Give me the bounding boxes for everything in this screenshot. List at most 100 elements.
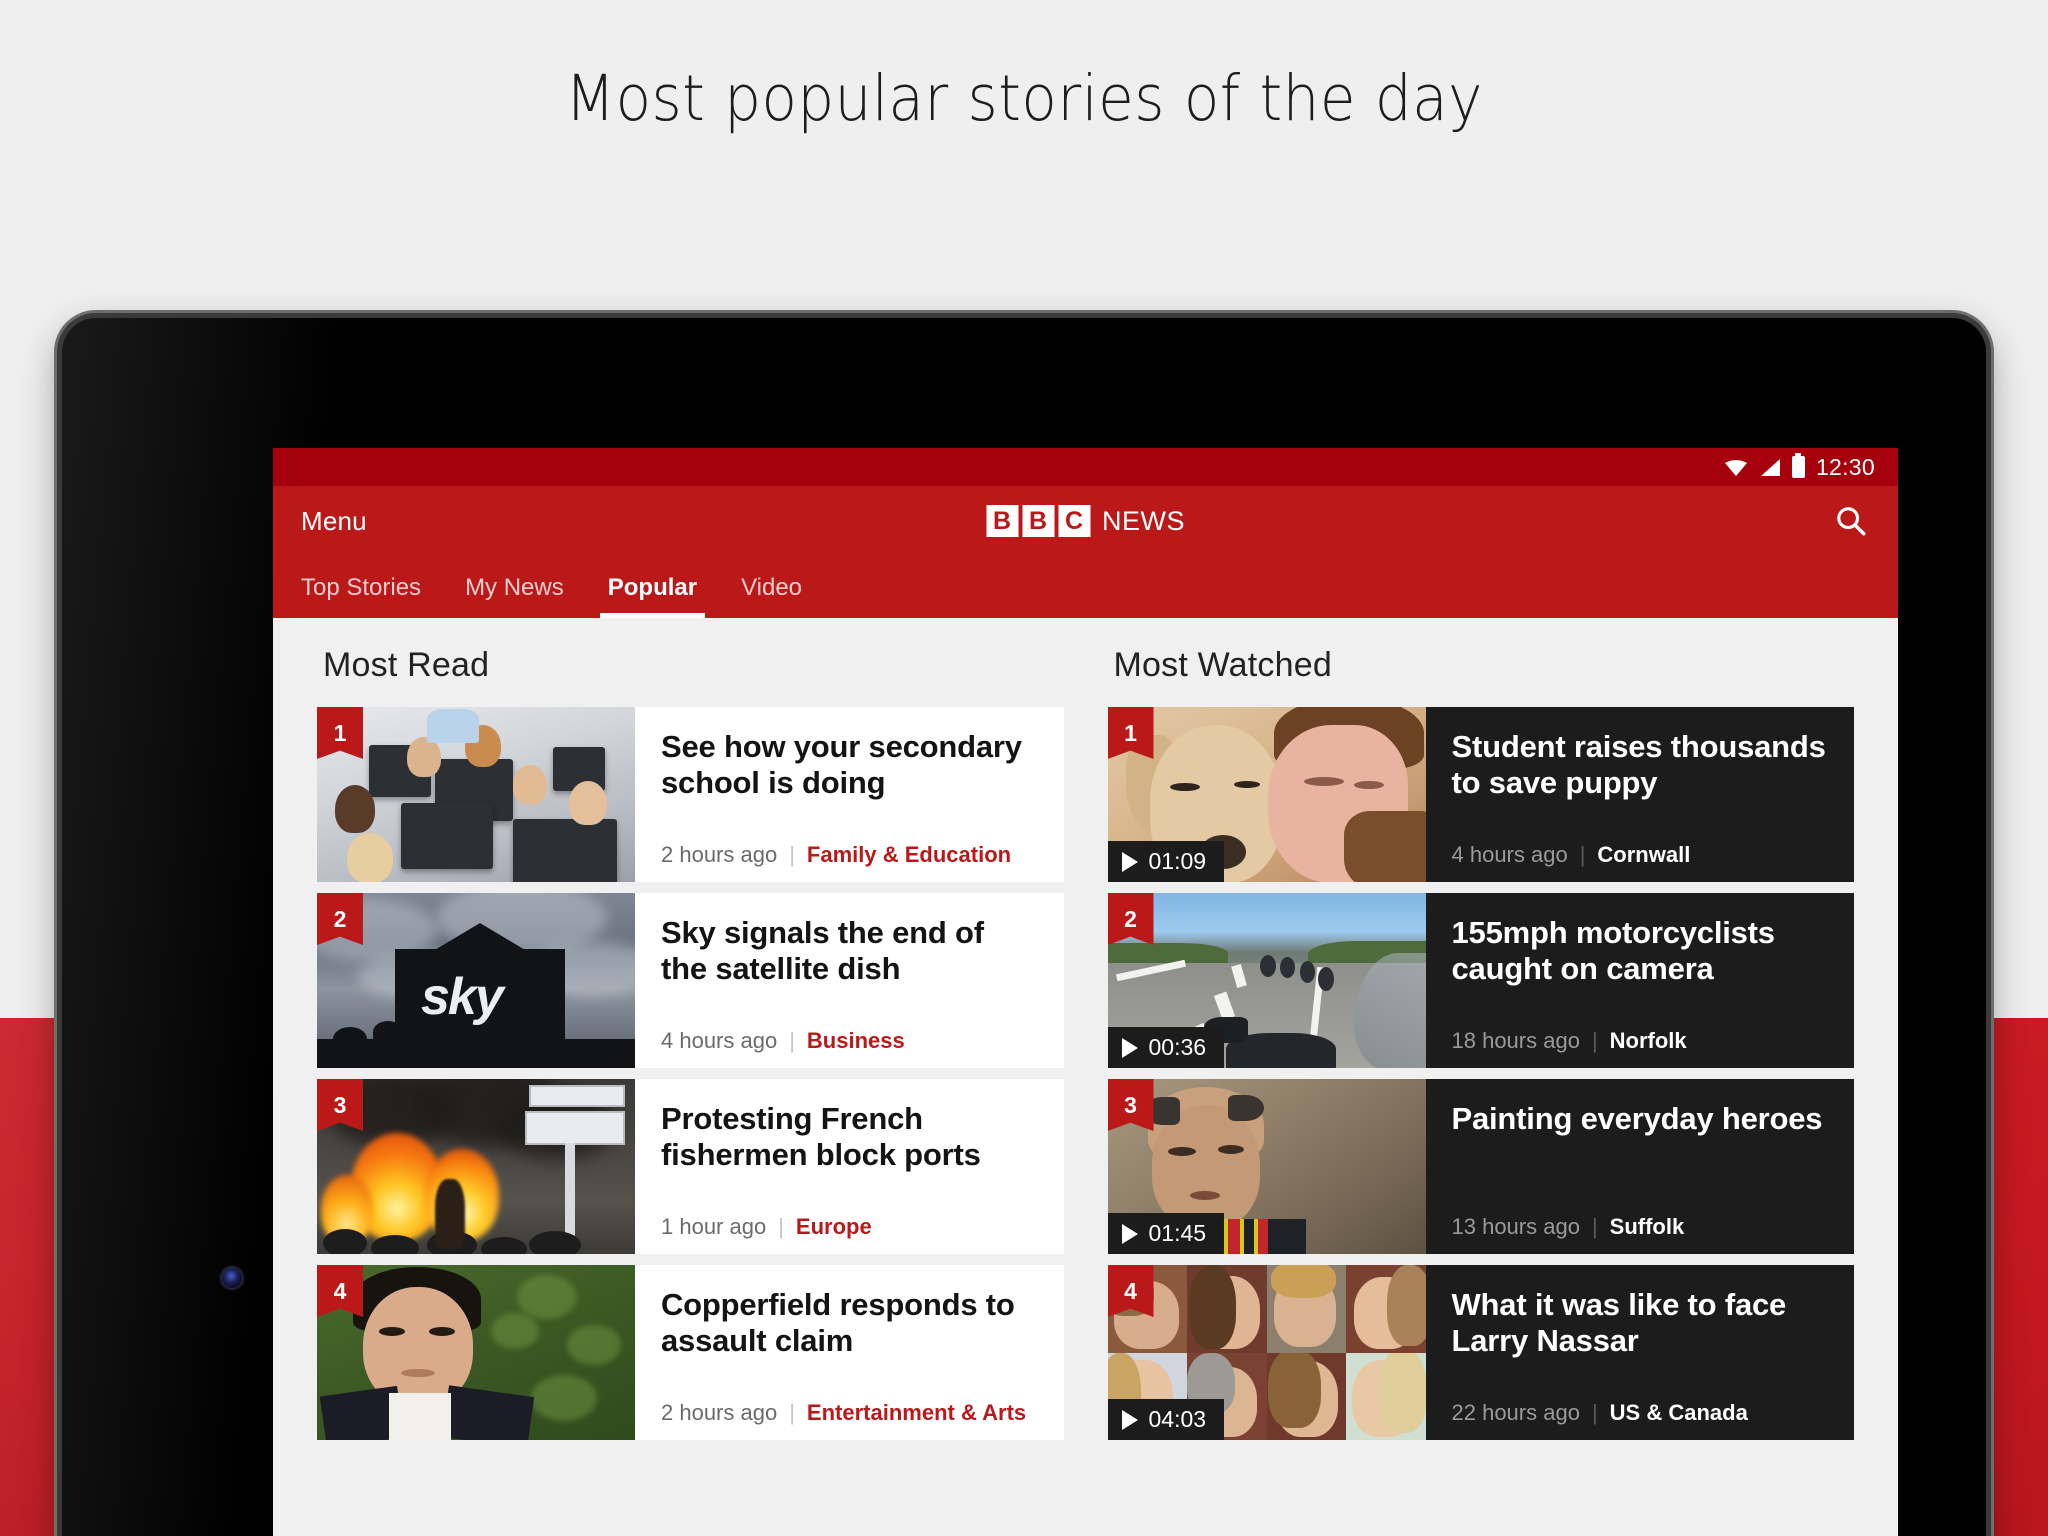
most-read-card-3[interactable]: 3 Protesting French fishermen block port… bbox=[317, 1079, 1064, 1254]
most-watched-card-3[interactable]: 3 01:45 Painting everyday heroes 13 hour… bbox=[1107, 1079, 1855, 1254]
logo-word-news: NEWS bbox=[1102, 505, 1185, 536]
meta-separator: | bbox=[789, 1028, 795, 1053]
most-watched-card-4[interactable]: 4 04:03 What it was like to face Larry N… bbox=[1107, 1265, 1855, 1440]
card-meta: 22 hours ago | US & Canada bbox=[1452, 1400, 1829, 1426]
timestamp: 1 hour ago bbox=[661, 1214, 767, 1239]
tab-popular[interactable]: Popular bbox=[586, 574, 719, 618]
classroom-photo bbox=[317, 707, 635, 882]
card-body: Copperfield responds to assault claim 2 … bbox=[635, 1265, 1064, 1440]
sky-building-photo: sky bbox=[317, 893, 635, 1068]
meta-separator: | bbox=[1591, 1028, 1598, 1053]
most-watched-card-1[interactable]: 1 01:09 Student raises thousands to save… bbox=[1107, 707, 1855, 882]
tablet-device-frame: 12:30 Menu B B C NEWS Top Stories My New… bbox=[62, 318, 1986, 1536]
card-meta: 4 hours ago | Cornwall bbox=[1452, 842, 1829, 868]
topic-label[interactable]: Norfolk bbox=[1610, 1028, 1687, 1054]
burning-tyres-photo bbox=[317, 1079, 635, 1254]
card-meta: 18 hours ago | Norfolk bbox=[1452, 1028, 1829, 1054]
thumbnail: 4 bbox=[317, 1265, 635, 1440]
meta-separator: | bbox=[789, 1400, 795, 1425]
play-icon bbox=[1121, 1409, 1138, 1430]
tab-top-stories[interactable]: Top Stories bbox=[301, 574, 443, 618]
timestamp: 2 hours ago bbox=[661, 1400, 778, 1425]
status-bar: 12:30 bbox=[273, 448, 1898, 486]
card-body: Sky signals the end of the satellite dis… bbox=[635, 893, 1064, 1068]
search-icon[interactable] bbox=[1834, 504, 1868, 538]
video-duration-badge: 01:09 bbox=[1107, 841, 1225, 882]
topic-label[interactable]: Suffolk bbox=[1610, 1214, 1685, 1240]
play-icon bbox=[1121, 851, 1138, 872]
device-screen: 12:30 Menu B B C NEWS Top Stories My New… bbox=[273, 448, 1898, 1536]
man-portrait-photo bbox=[317, 1265, 635, 1440]
meta-separator: | bbox=[1591, 1214, 1598, 1239]
headline: Painting everyday heroes bbox=[1451, 1101, 1823, 1136]
card-meta: 13 hours ago | Suffolk bbox=[1452, 1214, 1829, 1240]
video-thumbnail: 3 01:45 bbox=[1107, 1079, 1426, 1254]
duration-text: 01:45 bbox=[1148, 1220, 1207, 1246]
most-read-card-1[interactable]: 1 See how your secondary school is doing… bbox=[317, 707, 1064, 882]
meta-separator: | bbox=[1591, 1400, 1598, 1425]
signal-icon bbox=[1760, 458, 1780, 476]
card-body: Student raises thousands to save puppy 4… bbox=[1426, 707, 1855, 882]
battery-icon bbox=[1791, 453, 1805, 478]
topic-label[interactable]: Cornwall bbox=[1597, 842, 1690, 868]
topic-label[interactable]: Europe bbox=[796, 1214, 872, 1240]
logo-letter-b1: B bbox=[986, 505, 1018, 537]
play-icon bbox=[1121, 1223, 1138, 1244]
timestamp: 4 hours ago bbox=[661, 1028, 778, 1053]
meta-separator: | bbox=[789, 842, 795, 867]
app-bar: Menu B B C NEWS bbox=[273, 486, 1898, 556]
timestamp: 18 hours ago bbox=[1451, 1028, 1580, 1053]
menu-button[interactable]: Menu bbox=[301, 506, 367, 537]
headline: See how your secondary school is doing bbox=[661, 729, 1022, 801]
headline: What it was like to face Larry Nassar bbox=[1451, 1287, 1787, 1359]
logo-letter-b2: B bbox=[1022, 505, 1054, 537]
card-body: 155mph motorcyclists caught on camera 18… bbox=[1426, 893, 1855, 1068]
thumbnail: sky 2 bbox=[317, 893, 635, 1068]
most-watched-column: Most Watched 1 01:09 Student raises thou… bbox=[1086, 618, 1899, 1536]
page-title: Most popular stories of the day bbox=[565, 62, 1483, 135]
most-watched-title: Most Watched bbox=[1113, 646, 1332, 684]
timestamp: 2 hours ago bbox=[661, 842, 778, 867]
timestamp: 22 hours ago bbox=[1451, 1400, 1580, 1425]
card-body: See how your secondary school is doing 2… bbox=[635, 707, 1064, 882]
video-thumbnail: 1 01:09 bbox=[1107, 707, 1426, 882]
most-watched-card-2[interactable]: 2 00:36 155mph motorcyclists caught on c… bbox=[1107, 893, 1855, 1068]
card-meta: 1 hour ago | Europe bbox=[661, 1214, 1038, 1240]
headline: Copperfield responds to assault claim bbox=[661, 1287, 1015, 1359]
timestamp: 4 hours ago bbox=[1451, 842, 1568, 867]
content-area: Most Read 1 See how your secondary schoo… bbox=[273, 618, 1898, 1536]
card-meta: 4 hours ago | Business bbox=[661, 1028, 1038, 1054]
duration-text: 00:36 bbox=[1148, 1034, 1207, 1060]
card-body: What it was like to face Larry Nassar 22… bbox=[1426, 1265, 1855, 1440]
bbc-news-logo: B B C NEWS bbox=[986, 505, 1185, 537]
status-clock: 12:30 bbox=[1815, 453, 1875, 480]
tab-video[interactable]: Video bbox=[719, 574, 824, 618]
tab-bar: Top Stories My News Popular Video bbox=[273, 556, 1898, 618]
most-read-title: Most Read bbox=[323, 646, 490, 684]
wifi-icon bbox=[1724, 459, 1747, 476]
topic-label[interactable]: Family & Education bbox=[807, 842, 1011, 868]
tab-my-news[interactable]: My News bbox=[443, 574, 586, 618]
front-camera-icon bbox=[222, 1268, 242, 1288]
video-thumbnail: 4 04:03 bbox=[1107, 1265, 1426, 1440]
duration-text: 01:09 bbox=[1148, 848, 1207, 874]
meta-separator: | bbox=[1579, 842, 1586, 867]
most-read-card-4[interactable]: 4 Copperfield responds to assault claim … bbox=[317, 1265, 1064, 1440]
card-meta: 2 hours ago | Entertainment & Arts bbox=[661, 1400, 1038, 1426]
thumbnail: 1 bbox=[317, 707, 635, 882]
meta-separator: | bbox=[778, 1214, 784, 1239]
topic-label[interactable]: US & Canada bbox=[1610, 1400, 1748, 1426]
video-duration-badge: 01:45 bbox=[1107, 1213, 1225, 1254]
headline: Sky signals the end of the satellite dis… bbox=[661, 915, 984, 987]
video-duration-badge: 00:36 bbox=[1107, 1027, 1225, 1068]
video-duration-badge: 04:03 bbox=[1107, 1399, 1225, 1440]
thumbnail: 3 bbox=[317, 1079, 635, 1254]
card-body: Protesting French fishermen block ports … bbox=[635, 1079, 1064, 1254]
most-read-card-2[interactable]: sky 2 Sky signals the end of the satelli… bbox=[317, 893, 1064, 1068]
video-thumbnail: 2 00:36 bbox=[1107, 893, 1426, 1068]
topic-label[interactable]: Business bbox=[807, 1028, 905, 1054]
card-body: Painting everyday heroes 13 hours ago | … bbox=[1426, 1079, 1855, 1254]
headline: Student raises thousands to save puppy bbox=[1451, 729, 1826, 801]
topic-label[interactable]: Entertainment & Arts bbox=[807, 1400, 1026, 1426]
headline: 155mph motorcyclists caught on camera bbox=[1451, 915, 1776, 987]
